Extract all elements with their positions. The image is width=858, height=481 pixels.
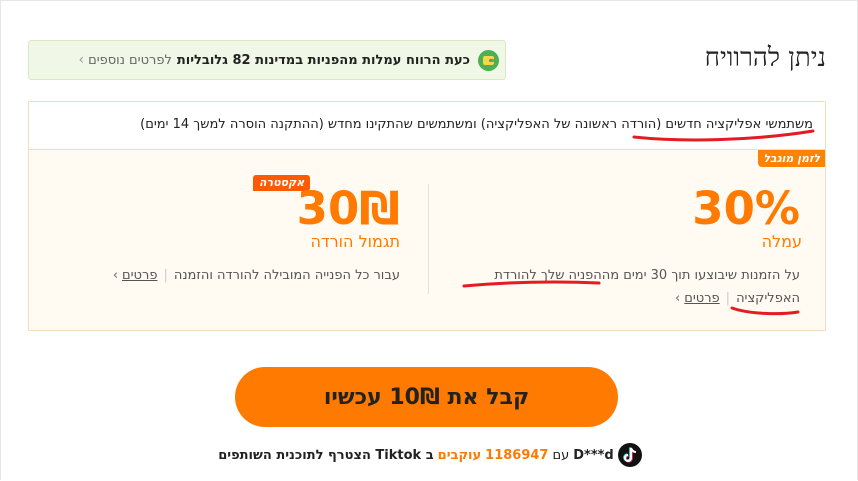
referral-panel: ניתן להרוויח כעת הרווח עמלות מהפניות במד…	[0, 0, 858, 480]
commission-desc-app: האפליקציה	[736, 291, 800, 306]
bonus-label: תגמול הורדה	[310, 232, 400, 251]
social-proof: D***d עם 1186947 עוקבים ב Tiktok הצטרף ל…	[1, 443, 858, 467]
separator: |	[725, 291, 731, 306]
audience-highlight: משתמשי אפליקציה חדשים	[665, 117, 813, 132]
wallet-icon	[478, 49, 499, 71]
chevron-left-icon: ›	[675, 291, 681, 306]
user-name: D***d	[573, 447, 614, 463]
chevron-left-icon: ›	[112, 268, 119, 283]
followers-count: 1186947	[485, 447, 549, 463]
bonus-desc-text: עבור כל הפנייה המובילה להורדה והזמנה	[173, 268, 400, 283]
followers-word: עוקבים	[437, 447, 482, 463]
commission-description: על הזמנות שיבוצעו תוך 30 ימים מההפניה של…	[420, 264, 800, 310]
joined-program-text: ב Tiktok הצטרף לתוכנית השותפים	[218, 447, 434, 463]
separator: |	[163, 268, 168, 283]
page-title: ניתן להרוויח	[704, 43, 826, 73]
offer-card: משתמשי אפליקציה חדשים (הורדה ראשונה של ה…	[28, 101, 826, 331]
column-divider	[428, 184, 429, 294]
commission-desc-line2: האפליקציה | פרטים›	[420, 287, 800, 310]
commission-label: עמלה	[761, 232, 802, 251]
audience-description: (הורדה ראשונה של האפליקציה) ומשתמשים שהת…	[140, 117, 666, 132]
bonus-value: 30₪	[296, 182, 400, 235]
banner-more-details-link[interactable]: לפרטים נוספים	[88, 53, 172, 68]
commission-details-link[interactable]: פרטים	[684, 291, 719, 306]
audience-text: משתמשי אפליקציה חדשים (הורדה ראשונה של ה…	[140, 117, 813, 132]
bonus-description: עבור כל הפנייה המובילה להורדה והזמנה | פרט…	[50, 264, 400, 287]
global-countries-banner[interactable]: כעת הרווח עמלות מהפניות במדינות 82 גלובל…	[28, 40, 506, 80]
commission-value: 30%	[692, 182, 800, 235]
banner-text: כעת הרווח עמלות מהפניות במדינות 82 גלובל…	[176, 52, 470, 68]
chevron-left-icon: ›	[78, 52, 85, 68]
tiktok-icon	[617, 443, 642, 467]
limited-time-ribbon: לזמן מוגבל	[758, 150, 825, 167]
audience-header: משתמשי אפליקציה חדשים (הורדה ראשונה של ה…	[29, 102, 825, 150]
bonus-details-link[interactable]: פרטים	[122, 268, 157, 283]
claim-reward-button[interactable]: קבל את 10₪ עכשיו	[235, 367, 618, 427]
commission-desc-line1: על הזמנות שיבוצעו תוך 30 ימים מההפניה של…	[494, 268, 800, 283]
with-word: עם	[552, 447, 570, 463]
